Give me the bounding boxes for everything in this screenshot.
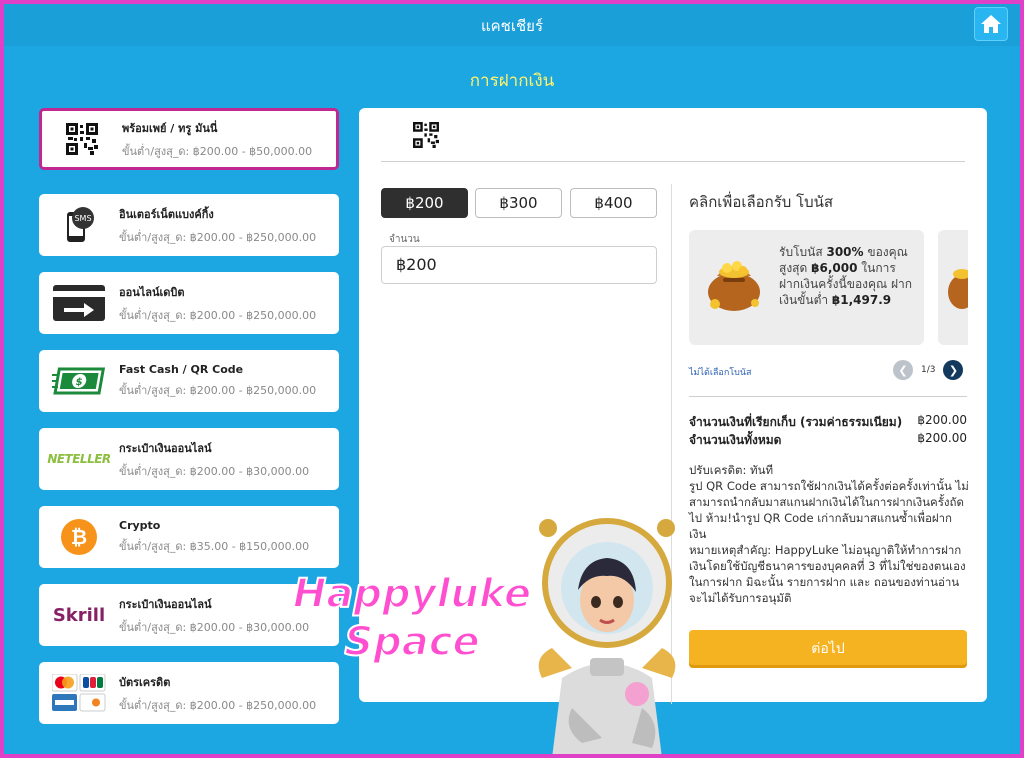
method-name: ออนไลน์เดบิต <box>119 285 185 299</box>
method-range: ขั้นต่ำ/สูงสุ_ด: ฿200.00 - ฿30,000.00 <box>119 464 310 478</box>
bitcoin-icon: ₿ <box>39 506 119 568</box>
cash-icon: $ <box>39 350 119 412</box>
top-bar: แคชเชียร์ <box>4 4 1020 46</box>
prev-page-button[interactable]: ❮ <box>893 360 913 380</box>
card-arrow-icon <box>39 272 119 334</box>
method-range: ขั้นต่ำ/สูงสุ_ด: ฿200.00 - ฿250,000.00 <box>119 384 317 397</box>
chevron-right-icon: ❯ <box>948 363 959 377</box>
method-name: Crypto <box>119 519 161 532</box>
skrill-logo-text: Skrill <box>52 604 106 626</box>
app-frame: แคชเชียร์ การฝากเงิน พร้อมเพย์ / ทรู มัน… <box>4 4 1020 754</box>
bitcoin-glyph: ₿ <box>61 519 97 555</box>
fee-row: จำนวนเงินที่เรียกเก็บ (รวมค่าธรรมเนียม) … <box>689 413 967 432</box>
note-credit: ปรับเครดิต: ทันที <box>689 463 774 477</box>
page-title: การฝากเงิน <box>469 71 555 91</box>
bonus-card[interactable]: รับโบนัส 300% ของคุณ สูงสุด ฿6,000 ในการ… <box>689 230 924 345</box>
method-range: ขั้นต่ำ/สูงสุ_ด: ฿200.00 - ฿50,000.00 <box>122 144 313 158</box>
method-promptpay[interactable]: พร้อมเพย์ / ทรู มันนี่ ขั้นต่ำ/สูงสุ_ด: … <box>39 108 339 170</box>
chevron-left-icon: ❮ <box>898 363 908 377</box>
bonus-title: คลิกเพื่อเลือกรับ โบนัส <box>689 193 834 211</box>
qr-code-icon <box>42 111 122 167</box>
total-label: จำนวนเงินทั้งหมด <box>689 433 782 447</box>
bonus-max: ฿6,000 <box>811 261 858 275</box>
credit-cards-icon <box>39 662 119 724</box>
promo-logo-line1: Happyluke <box>292 570 532 618</box>
method-name: Fast Cash / QR Code <box>119 363 244 376</box>
method-range: ขั้นต่ำ/สูงสุ_ด: ฿35.00 - ฿150,000.00 <box>119 540 310 553</box>
home-button[interactable] <box>974 7 1008 41</box>
neteller-logo-text: NETELLER <box>47 452 111 466</box>
bonus-card-next-peek[interactable] <box>938 230 968 345</box>
next-page-button[interactable]: ❯ <box>943 360 964 380</box>
method-fast-cash[interactable]: $ Fast Cash / QR Code ขั้นต่ำ/สูงสุ_ด: ฿… <box>39 350 339 412</box>
next-button[interactable]: ต่อไป <box>689 630 967 668</box>
bonus-min: ฿1,497.9 <box>831 293 892 307</box>
method-name: อินเตอร์เน็ตแบงค์กิ้ง <box>119 207 214 221</box>
bonus-percent: 300% <box>826 245 864 259</box>
divider <box>381 161 965 162</box>
neteller-logo: NETELLER <box>39 428 119 490</box>
method-name: บัตรเครดิต <box>119 675 171 689</box>
method-crypto[interactable]: ₿ Crypto ขั้นต่ำ/สูงสุ_ด: ฿35.00 - ฿150,… <box>39 506 339 568</box>
method-neteller[interactable]: NETELLER กระเป๋าเงินออนไลน์ ขั้นต่ำ/สูงส… <box>39 428 339 490</box>
selected-method-qr-icon <box>413 122 439 152</box>
total-value: ฿200.00 <box>917 431 967 445</box>
amount-option-300[interactable]: ฿300 <box>475 188 562 218</box>
method-range: ขั้นต่ำ/สูงสุ_ด: ฿200.00 - ฿250,000.00 <box>119 230 317 244</box>
amount-option-400[interactable]: ฿400 <box>570 188 657 218</box>
note-important: หมายเหตุสำคัญ: HappyLuke ไม่อนุญาติให้ทำ… <box>689 543 966 605</box>
method-name: กระเป๋าเงินออนไลน์ <box>119 441 212 455</box>
amount-label: จำนวน <box>389 234 420 245</box>
method-name: พร้อมเพย์ / ทรู มันนี่ <box>122 121 218 135</box>
gold-bag-icon <box>703 248 765 316</box>
amount-input[interactable]: ฿200 <box>381 246 657 284</box>
home-icon <box>981 15 1001 33</box>
method-internet-banking[interactable]: SMS อินเตอร์เน็ตแบงค์กิ้ง ขั้นต่ำ/สูงสุ_… <box>39 194 339 256</box>
total-row: จำนวนเงินทั้งหมด ฿200.00 <box>689 431 967 450</box>
divider <box>689 396 967 397</box>
fee-label: จำนวนเงินที่เรียกเก็บ (รวมค่าธรรมเนียม) <box>689 415 903 429</box>
astronaut-mascot-image <box>512 508 702 754</box>
header-title: แคชเชียร์ <box>480 17 544 35</box>
note-qr: รูป QR Code สามารถใช้ฝากเงินได้ครั้งต่อค… <box>689 479 969 541</box>
bonus-pager: ❮ 1/3 ❯ <box>893 360 964 380</box>
svg-text:SMS: SMS <box>74 214 91 223</box>
sms-phone-icon: SMS <box>39 194 119 256</box>
method-online-debit[interactable]: ออนไลน์เดบิต ขั้นต่ำ/สูงสุ_ด: ฿200.00 - … <box>39 272 339 334</box>
page-indicator: 1/3 <box>921 365 936 375</box>
method-credit-card[interactable]: บัตรเครดิต ขั้นต่ำ/สูงสุ_ด: ฿200.00 - ฿2… <box>39 662 339 724</box>
fee-value: ฿200.00 <box>917 413 967 427</box>
method-range: ขั้นต่ำ/สูงสุ_ด: ฿200.00 - ฿250,000.00 <box>119 308 317 322</box>
promo-logo-line2: Space <box>343 618 480 666</box>
bonus-text-pre: รับโบนัส <box>779 245 827 259</box>
no-bonus-link[interactable]: ไม่ได้เลือกโบนัส <box>689 365 751 379</box>
deposit-notes: ปรับเครดิต: ทันที รูป QR Code สามารถใช้ฝ… <box>689 462 969 606</box>
skrill-logo: Skrill <box>39 584 119 646</box>
amount-option-200[interactable]: ฿200 <box>381 188 468 218</box>
bonus-description: รับโบนัส 300% ของคุณ สูงสุด ฿6,000 ในการ… <box>779 244 914 308</box>
method-range: ขั้นต่ำ/สูงสุ_ด: ฿200.00 - ฿250,000.00 <box>119 698 317 712</box>
promo-logo: Happyluke Space <box>282 570 542 666</box>
